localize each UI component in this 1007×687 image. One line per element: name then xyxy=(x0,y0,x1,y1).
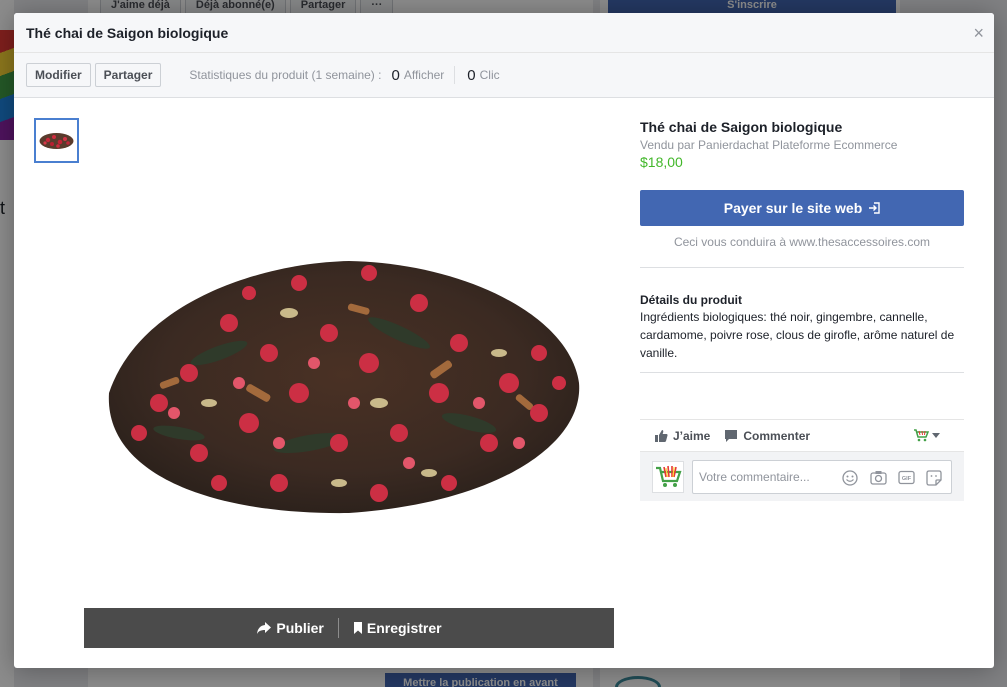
product-info-panel: Thé chai de Saigon biologique Vendu par … xyxy=(640,118,964,501)
modal-toolbar: Modifier Partager Statistiques du produi… xyxy=(14,53,994,98)
comment-placeholder: Votre commentaire... xyxy=(699,469,810,484)
comment-input[interactable]: Votre commentaire... GIF xyxy=(692,459,952,494)
chevron-down-icon xyxy=(932,432,940,438)
bookmark-icon xyxy=(353,622,362,634)
camera-icon[interactable] xyxy=(869,469,887,487)
publish-label: Publier xyxy=(276,620,324,636)
save-button[interactable]: Enregistrer xyxy=(353,620,442,636)
views-count: 0 xyxy=(391,66,400,84)
product-stats: Statistiques du produit (1 semaine) : 0 … xyxy=(189,66,500,84)
cart-logo-icon xyxy=(656,465,682,487)
details-text: Ingrédients biologiques: thé noir, ginge… xyxy=(640,310,955,360)
like-label: J’aime xyxy=(673,428,711,443)
thumbs-up-icon xyxy=(655,429,668,442)
share-button[interactable]: Partager xyxy=(94,63,162,87)
pay-button-label: Payer sur le site web xyxy=(723,200,863,216)
thumbnail-image xyxy=(39,132,74,149)
close-icon[interactable]: × xyxy=(973,24,984,42)
comment-button[interactable]: Commenter xyxy=(724,429,810,443)
share-arrow-icon xyxy=(257,622,272,634)
pay-on-website-button[interactable]: Payer sur le site web xyxy=(640,190,964,226)
modal-title: Thé chai de Saigon biologique xyxy=(26,25,229,41)
clicks-count: 0 xyxy=(467,66,476,84)
edit-button[interactable]: Modifier xyxy=(26,63,91,87)
gif-label: GIF xyxy=(901,476,911,482)
views-label: Afficher xyxy=(403,68,445,82)
details-heading: Détails du produit xyxy=(640,293,742,307)
save-label: Enregistrer xyxy=(366,620,442,636)
like-button[interactable]: J’aime xyxy=(654,429,710,443)
stats-divider xyxy=(454,66,456,84)
media-action-bar: Publier Enregistrer xyxy=(84,608,614,648)
external-link-icon xyxy=(869,202,880,214)
section-divider xyxy=(640,372,964,373)
stats-label: Statistiques du produit (1 semaine) : xyxy=(189,68,382,82)
product-price: $18,00 xyxy=(640,154,683,170)
clicks-label: Clic xyxy=(479,68,500,82)
modal-header: Thé chai de Saigon biologique × xyxy=(14,13,994,53)
actor-selector[interactable] xyxy=(913,428,940,442)
redirect-note: Ceci vous conduira à www.thesaccessoires… xyxy=(673,235,931,249)
comment-label: Commenter xyxy=(743,428,811,443)
product-image xyxy=(108,261,580,514)
emoji-icon[interactable] xyxy=(841,469,859,487)
product-modal: Thé chai de Saigon biologique × Modifier… xyxy=(14,13,994,668)
section-divider xyxy=(640,267,964,268)
sticker-icon[interactable] xyxy=(925,469,943,487)
product-name: Thé chai de Saigon biologique xyxy=(640,119,843,135)
reaction-bar: J’aime Commenter xyxy=(640,419,964,451)
gif-icon[interactable]: GIF xyxy=(897,469,915,487)
comment-icon xyxy=(725,429,738,442)
product-thumbnail[interactable] xyxy=(34,118,79,163)
cart-logo-icon xyxy=(914,429,929,442)
action-divider xyxy=(337,618,339,638)
product-seller[interactable]: Vendu par Panierdachat Plateforme Ecomme… xyxy=(640,138,964,152)
comment-tools: GIF xyxy=(841,469,943,487)
avatar xyxy=(652,460,684,493)
publish-button[interactable]: Publier xyxy=(256,620,324,636)
comment-composer: Votre commentaire... GIF xyxy=(640,451,964,501)
